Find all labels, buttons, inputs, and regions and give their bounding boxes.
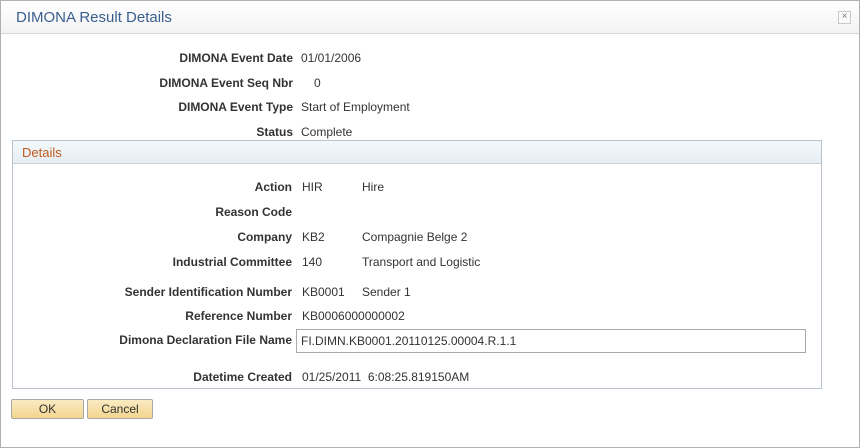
company-description: Compagnie Belge 2	[362, 230, 468, 244]
event-type-label: DIMONA Event Type	[178, 100, 293, 114]
event-seq-value: 0	[314, 76, 321, 90]
action-code: HIR	[302, 180, 323, 194]
action-description: Hire	[362, 180, 385, 194]
status-label: Status	[256, 125, 293, 139]
ok-button[interactable]: OK	[11, 399, 84, 419]
close-icon[interactable]: ×	[838, 11, 851, 24]
dimona-result-dialog: DIMONA Result Details × DIMONA Event Dat…	[0, 0, 860, 448]
sender-id-label: Sender Identification Number	[124, 285, 292, 299]
sender-id-description: Sender 1	[362, 285, 411, 299]
status-value: Complete	[301, 125, 353, 139]
action-label: Action	[254, 180, 292, 194]
industrial-committee-description: Transport and Logistic	[362, 255, 481, 269]
file-name-label: Dimona Declaration File Name	[119, 333, 292, 347]
industrial-committee-label: Industrial Committee	[172, 255, 292, 269]
dialog-titlebar: DIMONA Result Details ×	[1, 1, 859, 34]
sender-id-code: KB0001	[302, 285, 345, 299]
datetime-created-label: Datetime Created	[193, 370, 292, 384]
reason-code-label: Reason Code	[215, 205, 292, 219]
event-seq-label: DIMONA Event Seq Nbr	[159, 76, 293, 90]
company-label: Company	[237, 230, 292, 244]
event-date-value: 01/01/2006	[301, 51, 362, 65]
event-date-label: DIMONA Event Date	[179, 51, 293, 65]
reference-number-label: Reference Number	[185, 309, 292, 323]
file-name-field[interactable]	[296, 329, 806, 353]
event-type-value: Start of Employment	[301, 100, 410, 114]
reference-number-value: KB0006000000002	[302, 309, 405, 323]
details-title: Details	[22, 145, 62, 160]
cancel-button[interactable]: Cancel	[87, 399, 153, 419]
datetime-created-value: 01/25/2011 6:08:25.819150AM	[302, 370, 470, 384]
details-header: Details	[13, 141, 821, 164]
industrial-committee-code: 140	[302, 255, 323, 269]
company-code: KB2	[302, 230, 325, 244]
dialog-title: DIMONA Result Details	[16, 9, 172, 26]
